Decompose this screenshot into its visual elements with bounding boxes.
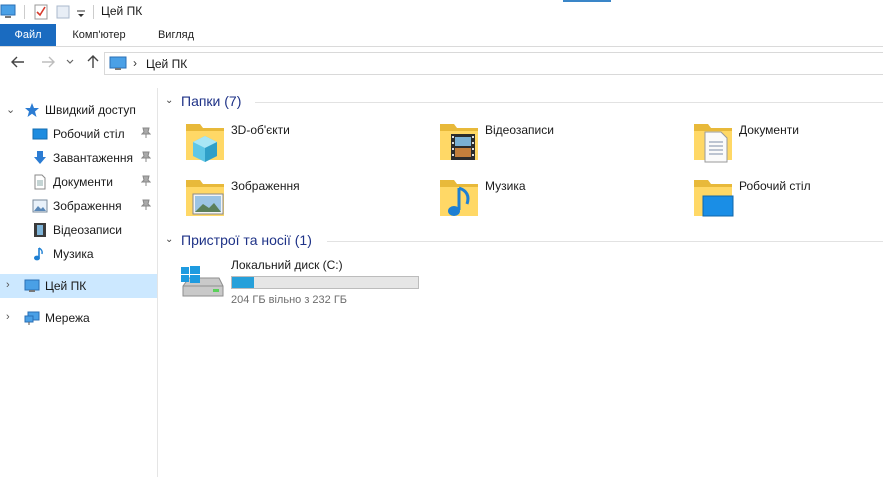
tab-view[interactable]: Вигляд <box>148 24 204 46</box>
pin-icon[interactable] <box>141 151 151 163</box>
sidebar-item-label: Робочий стіл <box>53 127 125 141</box>
hard-drive-icon <box>181 266 224 297</box>
folder-label: Музика <box>485 179 526 193</box>
sidebar-item-label: Завантаження <box>53 151 133 165</box>
sidebar-item-label: Швидкий доступ <box>45 103 136 117</box>
expand-chevron-icon[interactable]: › <box>6 311 10 323</box>
up-arrow-icon <box>87 55 99 68</box>
documents-icon <box>34 174 46 190</box>
group-header-folders[interactable]: ⌄ Папки (7) <box>159 90 883 112</box>
group-title: Пристрої та носії (1) <box>181 232 312 248</box>
folder-desktop[interactable]: Робочий стіл <box>667 174 883 224</box>
address-bar[interactable]: › Цей ПК <box>104 52 883 75</box>
star-icon <box>25 103 39 117</box>
expand-chevron-icon[interactable]: › <box>6 279 10 291</box>
pin-icon[interactable] <box>141 127 151 139</box>
network-icon <box>24 311 40 325</box>
customize-toolbar-icon[interactable] <box>75 3 87 21</box>
folder-label: Зображення <box>231 179 300 193</box>
folder-label: 3D-об'єкти <box>231 123 290 137</box>
collapse-caret-icon[interactable]: ⌄ <box>165 95 173 106</box>
sidebar-item-label: Цей ПК <box>45 279 87 293</box>
sidebar-item-label: Відеозаписи <box>53 223 122 237</box>
music-icon <box>34 247 43 261</box>
pin-icon[interactable] <box>141 199 151 211</box>
download-icon <box>34 151 46 164</box>
properties-icon[interactable] <box>33 3 49 21</box>
group-divider <box>255 102 883 103</box>
folder-3d-objects[interactable]: 3D-об'єкти <box>159 118 409 168</box>
up-button[interactable] <box>83 54 103 72</box>
group-header-devices[interactable]: ⌄ Пристрої та носії (1) <box>159 229 883 251</box>
sidebar-item-label: Мережа <box>45 311 90 325</box>
this-pc-icon <box>109 56 127 70</box>
group-title: Папки (7) <box>181 93 242 109</box>
forward-arrow-icon <box>42 56 55 68</box>
sidebar-item-label: Зображення <box>53 199 122 213</box>
sidebar-item-this-pc[interactable]: › Цей ПК <box>0 274 157 298</box>
desktop-icon <box>694 180 734 217</box>
pin-icon[interactable] <box>141 175 151 187</box>
tab-computer[interactable]: Комп'ютер <box>60 24 138 46</box>
desktop-icon <box>32 128 48 140</box>
folder-documents[interactable]: Документи <box>667 118 883 168</box>
folder-pictures[interactable]: Зображення <box>159 174 409 224</box>
back-button[interactable] <box>8 54 28 72</box>
sidebar-item-documents[interactable]: Документи <box>0 170 157 194</box>
videos-icon <box>34 223 46 237</box>
videos-icon <box>440 124 478 160</box>
toolbar-separator <box>93 5 94 19</box>
title-accent <box>563 0 611 2</box>
recent-locations-button[interactable] <box>63 54 77 72</box>
window-title: Цей ПК <box>101 4 143 18</box>
music-icon <box>440 180 478 216</box>
drive-name: Локальний диск (C:) <box>231 258 343 272</box>
title-bar: Цей ПК <box>0 0 883 24</box>
folder-music[interactable]: Музика <box>413 174 663 224</box>
sidebar-item-label: Музика <box>53 247 94 261</box>
this-pc-icon <box>0 4 16 18</box>
3d-objects-icon <box>186 124 224 162</box>
expand-chevron-icon[interactable]: ⌄ <box>6 103 15 116</box>
tab-file[interactable]: Файл <box>0 24 56 46</box>
content-pane: ⌄ Папки (7) 3D-об'єкти Відеозаписи Докум… <box>159 88 883 477</box>
breadcrumb-this-pc[interactable]: Цей ПК <box>146 57 187 71</box>
sidebar-item-desktop[interactable]: Робочий стіл <box>0 122 157 146</box>
sidebar-item-videos[interactable]: Відеозаписи <box>0 218 157 242</box>
documents-icon <box>694 124 732 163</box>
folder-label: Відеозаписи <box>485 123 554 137</box>
this-pc-icon <box>24 279 40 292</box>
sidebar-item-quick-access[interactable]: ⌄ Швидкий доступ <box>0 98 157 122</box>
breadcrumb-chevron-icon[interactable]: › <box>133 56 137 70</box>
drive-usage-fill <box>232 277 255 288</box>
ribbon-tabs: Файл Комп'ютер Вигляд <box>0 24 883 47</box>
folder-videos[interactable]: Відеозаписи <box>413 118 663 168</box>
folder-label: Документи <box>739 123 799 137</box>
collapse-caret-icon[interactable]: ⌄ <box>165 234 173 245</box>
folder-label: Робочий стіл <box>739 179 811 193</box>
chevron-down-icon <box>66 59 74 64</box>
navigation-bar: › Цей ПК <box>0 48 883 79</box>
sidebar-item-network[interactable]: › Мережа <box>0 306 157 330</box>
back-arrow-icon <box>11 56 24 68</box>
sidebar-item-downloads[interactable]: Завантаження <box>0 146 157 170</box>
sidebar-item-music[interactable]: Музика <box>0 242 157 266</box>
toolbar-separator <box>24 5 25 19</box>
group-divider <box>327 241 883 242</box>
forward-button[interactable] <box>38 54 58 72</box>
drive-c[interactable]: Локальний диск (C:) 204 ГБ вільно з 232 … <box>179 256 479 306</box>
sidebar-item-label: Документи <box>53 175 113 189</box>
pictures-icon <box>186 180 224 216</box>
sidebar-item-pictures[interactable]: Зображення <box>0 194 157 218</box>
pictures-icon <box>32 199 48 213</box>
drive-free-space: 204 ГБ вільно з 232 ГБ <box>231 294 348 306</box>
new-folder-icon[interactable] <box>55 3 71 21</box>
drive-usage-bar <box>231 276 419 289</box>
navigation-pane: ⌄ Швидкий доступ Робочий стіл Завантажен… <box>0 88 158 477</box>
